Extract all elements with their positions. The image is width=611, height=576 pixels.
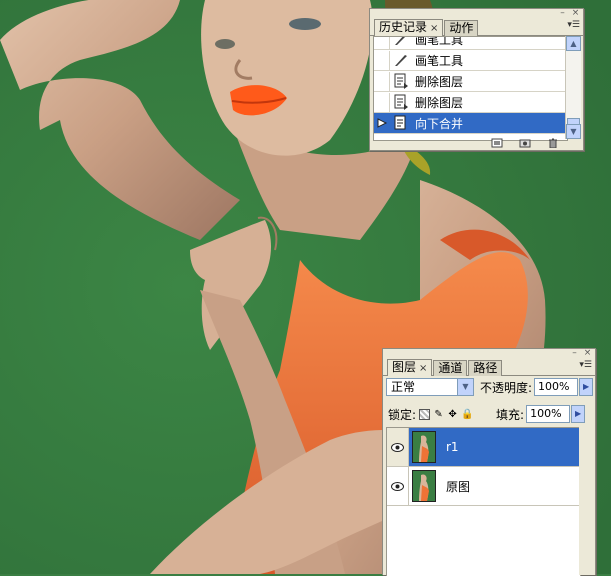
panel-titlebar[interactable]: – × [383,349,595,358]
layers-tabs: 图层 × 通道 路径 ▾☰ [383,358,595,376]
scroll-down-icon[interactable]: ▼ [566,124,581,139]
history-scrollbar[interactable]: ▲ ▼ [565,36,581,139]
fill-slider-button[interactable]: ▶ [571,405,586,423]
history-step-label: 向下合并 [415,116,464,131]
history-source-checkbox[interactable] [374,37,390,49]
brush-icon [390,37,412,49]
history-step-label: 画笔工具 [415,36,464,47]
history-state-icon [390,93,412,112]
layer-row-original[interactable]: 原图 [387,467,580,506]
history-footer [370,138,583,150]
history-step-label: 删除图层 [415,95,464,110]
minimize-icon[interactable]: – [558,9,567,18]
visibility-eye-icon[interactable] [387,467,409,505]
layers-panel: – × 图层 × 通道 路径 ▾☰ 正常 ▼ 不透明度: 100% ▶ 锁定: ✎… [382,348,596,576]
lock-all-icon[interactable]: 🔒 [461,409,473,420]
history-step-selected[interactable]: 向下合并 [374,113,567,134]
history-state-icon [390,72,412,91]
panel-menu-icon[interactable]: ▾☰ [579,360,592,370]
trash-icon[interactable] [547,138,559,148]
layer-thumbnail [412,431,436,463]
lock-row: 锁定: ✎ ✥ 🔒 填充: 100% ▶ [388,404,593,424]
panel-titlebar[interactable]: – × [370,9,583,18]
tab-close-icon[interactable]: × [419,363,427,374]
minimize-icon[interactable]: – [570,349,579,358]
tab-history[interactable]: 历史记录 × [374,19,444,36]
blend-mode-select[interactable]: 正常 ▼ [386,378,474,396]
history-source-checkbox[interactable] [374,92,390,112]
fill-label: 填充: [496,407,525,422]
visibility-eye-icon[interactable] [387,428,409,466]
layer-name: r1 [446,440,459,454]
history-tabs: 历史记录 × 动作 ▾☰ [370,18,583,36]
lock-position-icon[interactable]: ✥ [447,409,458,420]
history-step[interactable]: 画笔工具 [374,50,567,71]
lock-transparent-pixels-icon[interactable] [419,408,431,420]
history-step-label: 删除图层 [415,74,464,89]
layer-thumbnail [412,470,436,502]
history-list: 画笔工具 画笔工具 删除图层 删除图层 向下合并 [373,36,568,141]
history-state-icon [390,114,412,133]
tab-actions[interactable]: 动作 [444,20,479,36]
tab-paths[interactable]: 路径 [468,360,503,376]
layer-row-r1[interactable]: r1 [387,428,580,467]
opacity-slider-button[interactable]: ▶ [579,378,594,396]
panel-menu-icon[interactable]: ▾☰ [567,20,580,30]
tab-close-icon[interactable]: × [430,23,438,34]
opacity-label: 不透明度: [480,380,533,395]
layers-scrollbar[interactable] [579,427,595,575]
history-source-checkbox[interactable] [374,50,390,70]
opacity-field[interactable]: 100% [534,378,579,396]
chevron-down-icon[interactable]: ▼ [457,379,473,395]
brush-icon [390,51,412,70]
close-icon[interactable]: × [571,9,580,18]
camera-snapshot-icon[interactable] [519,138,531,148]
history-state-pointer-icon[interactable] [374,113,390,133]
history-panel: – × 历史记录 × 动作 ▾☰ 画笔工具 画笔工具 删除图层 删除图层 向下合… [369,8,584,151]
history-step[interactable]: 删除图层 [374,92,567,113]
history-step[interactable]: 画笔工具 [374,36,567,50]
lock-image-pixels-icon[interactable]: ✎ [433,409,444,420]
history-step[interactable]: 删除图层 [374,71,567,92]
tab-layers[interactable]: 图层 × [387,359,433,376]
close-icon[interactable]: × [583,349,592,358]
history-source-checkbox[interactable] [374,71,390,91]
lock-label: 锁定: [388,407,417,422]
history-step-label: 画笔工具 [415,53,464,68]
fill-field[interactable]: 100% [526,405,571,423]
blend-row: 正常 ▼ 不透明度: 100% ▶ [386,377,594,397]
scroll-up-icon[interactable]: ▲ [566,36,581,51]
new-document-from-state-icon[interactable] [491,138,503,148]
layer-name: 原图 [446,479,471,494]
layer-list: r1 原图 [386,427,581,576]
tab-channels[interactable]: 通道 [433,360,468,376]
